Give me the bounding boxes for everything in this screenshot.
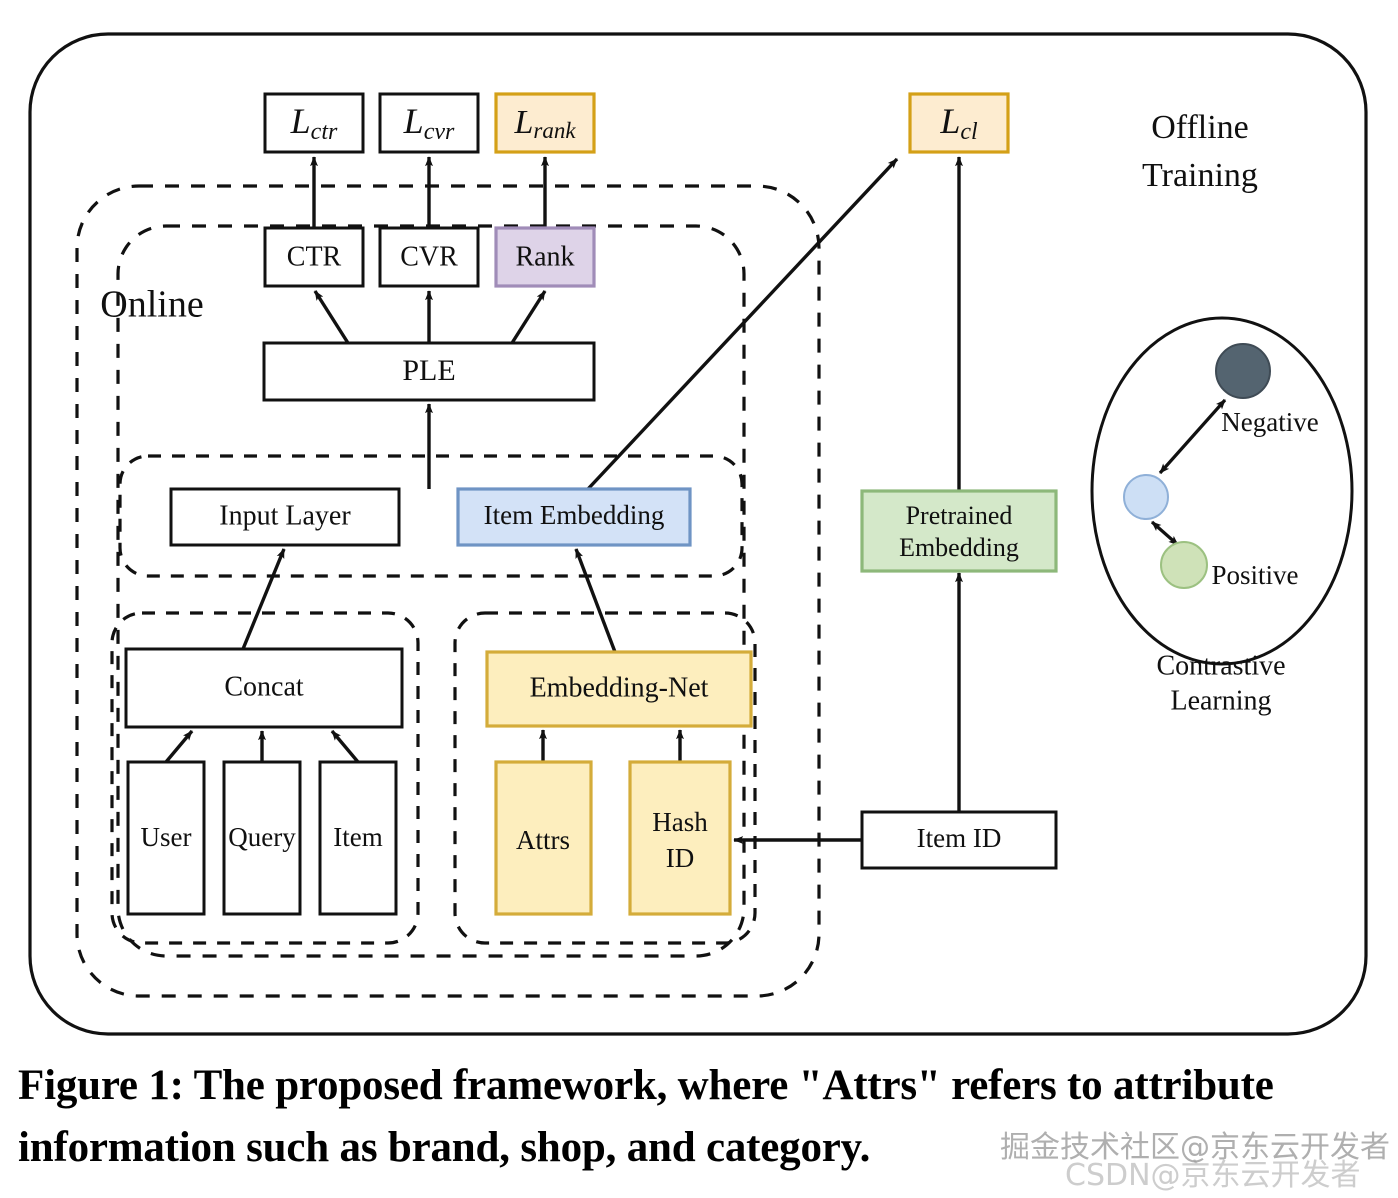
node-embedding-net[interactable]: Embedding-Net: [485, 650, 753, 728]
figure-root: Lctr Lcvr Lrank Lcl CTR CVR Rank PLE Inp…: [0, 0, 1398, 1198]
edge-embedding-net-to-item-embedding: [574, 548, 617, 653]
node-loss-ctr[interactable]: Lctr: [263, 92, 365, 154]
node-loss-rank[interactable]: Lrank: [494, 92, 596, 154]
node-feature-item[interactable]: Item: [318, 760, 398, 916]
positive-dot: [1160, 541, 1208, 589]
node-item-id[interactable]: Item ID: [860, 810, 1058, 870]
arrow-anchor-positive: [1150, 520, 1180, 547]
negative-label: Negative: [1221, 407, 1318, 437]
hash-id-label-line1: Hash: [652, 807, 708, 837]
node-attrs[interactable]: Attrs: [494, 760, 593, 916]
edge-item-to-concat: [330, 729, 360, 764]
feature-user-label: User: [141, 822, 192, 852]
edge-ple-to-ctr: [313, 290, 350, 344]
node-tower-ctr[interactable]: CTR: [263, 226, 365, 288]
attrs-label: Attrs: [516, 825, 570, 855]
contrastive-learning-cluster: Negative Positive Contrastive Learning: [1090, 316, 1354, 716]
pretrained-embedding-label-line1: Pretrained: [906, 501, 1013, 530]
loss-cvr-symbol: L: [403, 101, 424, 141]
node-loss-cl[interactable]: Lcl: [908, 92, 1010, 154]
offline-training-label-line1: Offline: [1151, 109, 1249, 146]
hash-id-label-line2: ID: [666, 843, 695, 873]
item-id-label: Item ID: [917, 823, 1002, 853]
pretrained-embedding-label-line2: Embedding: [899, 533, 1019, 562]
loss-rank-symbol: L: [513, 104, 533, 141]
loss-ctr-symbol: L: [290, 101, 311, 141]
node-ple[interactable]: PLE: [262, 341, 596, 402]
positive-label: Positive: [1211, 560, 1298, 590]
input-layer-label: Input Layer: [219, 500, 351, 531]
tower-ctr-label: CTR: [287, 241, 342, 272]
concat-label: Concat: [224, 671, 304, 702]
anchor-dot: [1123, 474, 1169, 520]
item-embedding-label: Item Embedding: [484, 500, 665, 530]
loss-cl-symbol: L: [939, 101, 960, 141]
loss-ctr-subscript: ctr: [311, 119, 338, 145]
node-loss-cvr[interactable]: Lcvr: [378, 92, 480, 154]
edge-item-embedding-to-loss-cl: [586, 157, 899, 491]
node-tower-rank[interactable]: Rank: [494, 226, 596, 288]
loss-rank-subscript: rank: [533, 118, 576, 143]
edge-ple-to-rank: [510, 290, 547, 344]
node-item-embedding[interactable]: Item Embedding: [456, 487, 692, 547]
node-hash-id[interactable]: Hash ID: [628, 760, 732, 916]
feature-item-label: Item: [333, 822, 382, 852]
node-pretrained-embedding[interactable]: Pretrained Embedding: [860, 489, 1058, 573]
arrow-negative-anchor: [1158, 398, 1227, 475]
framework-diagram: Lctr Lcvr Lrank Lcl CTR CVR Rank PLE Inp…: [28, 32, 1368, 1036]
embedding-net-label: Embedding-Net: [530, 672, 709, 703]
node-feature-query[interactable]: Query: [222, 760, 302, 916]
contrastive-learning-label-line2: Learning: [1170, 685, 1271, 716]
node-feature-user[interactable]: User: [126, 760, 206, 916]
loss-cvr-subscript: cvr: [424, 119, 455, 145]
node-tower-cvr[interactable]: CVR: [378, 226, 480, 288]
loss-cl-subscript: cl: [960, 119, 978, 145]
tower-rank-label: Rank: [515, 241, 574, 272]
node-input-layer[interactable]: Input Layer: [169, 487, 401, 547]
figure-caption: Figure 1: The proposed framework, where …: [18, 1062, 1274, 1172]
edge-user-to-concat: [164, 729, 194, 764]
contrastive-learning-label-line1: Contrastive: [1156, 650, 1285, 681]
feature-query-label: Query: [228, 822, 296, 852]
ple-label: PLE: [402, 354, 455, 387]
online-region-label: Online: [100, 284, 203, 326]
tower-cvr-label: CVR: [400, 241, 458, 272]
node-concat[interactable]: Concat: [124, 647, 404, 729]
offline-training-label-line2: Training: [1142, 157, 1258, 194]
edge-concat-to-input-layer: [241, 548, 286, 650]
negative-dot: [1215, 343, 1271, 399]
